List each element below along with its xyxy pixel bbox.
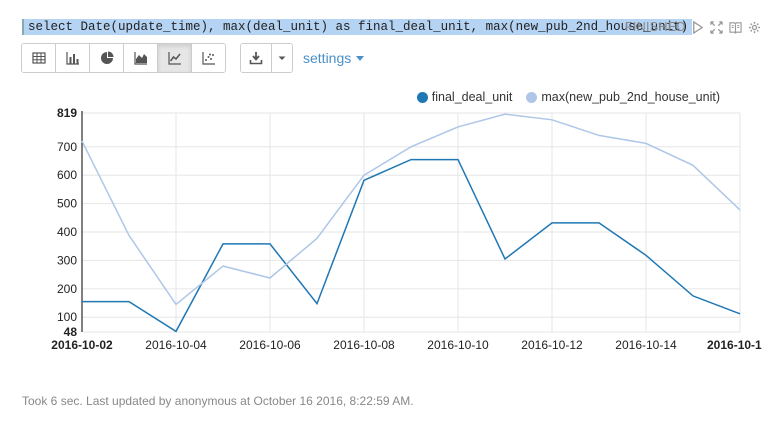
visualization-toolbar: settings	[21, 43, 365, 73]
y-tick-label: 600	[57, 168, 77, 182]
y-tick-label: 200	[57, 282, 77, 296]
query-text[interactable]: select Date(update_time), max(deal_unit)…	[22, 19, 693, 35]
x-tick-label: 2016-10-1	[707, 338, 762, 352]
chart-type-group	[21, 43, 226, 73]
y-tick-label: 819	[57, 106, 77, 120]
status-label: FINISHED	[625, 20, 686, 34]
download-group	[240, 43, 293, 73]
bar-chart-icon	[65, 52, 79, 65]
y-tick-label: 500	[57, 197, 77, 211]
pie-chart-button[interactable]	[90, 44, 124, 72]
area-chart-button[interactable]	[124, 44, 158, 72]
paragraph-controls: FINISHED	[625, 20, 762, 34]
x-tick-label: 2016-10-06	[239, 338, 301, 352]
gear-icon[interactable]	[748, 20, 762, 34]
x-tick-label: 2016-10-08	[333, 338, 395, 352]
y-tick-label: 700	[57, 140, 77, 154]
settings-dropdown[interactable]: settings	[303, 50, 365, 66]
y-tick-label: 48	[64, 325, 78, 339]
download-icon	[249, 52, 263, 65]
line-chart-icon	[167, 52, 181, 65]
bar-chart-button[interactable]	[56, 44, 90, 72]
series-line-1[interactable]	[82, 158, 741, 333]
pie-chart-icon	[100, 51, 113, 64]
settings-label: settings	[303, 50, 352, 66]
download-button[interactable]	[241, 44, 272, 72]
x-tick-label: 2016-10-10	[427, 338, 489, 352]
scatter-chart-icon	[201, 52, 215, 65]
download-dropdown-button[interactable]	[272, 44, 292, 72]
y-tick-label: 400	[57, 225, 77, 239]
table-view-button[interactable]	[22, 44, 56, 72]
line-chart-button[interactable]	[158, 44, 192, 72]
expand-icon[interactable]	[710, 20, 724, 34]
caret-down-icon	[356, 55, 365, 61]
chevron-down-icon	[278, 56, 286, 60]
area-chart-icon	[133, 52, 147, 65]
series-line-2[interactable]	[81, 113, 741, 306]
x-tick-label: 2016-10-02	[51, 338, 113, 352]
x-tick-label: 2016-10-14	[615, 338, 677, 352]
y-tick-label: 100	[57, 310, 77, 324]
y-tick-label: 300	[57, 253, 77, 267]
paragraph-footer: Took 6 sec. Last updated by anonymous at…	[22, 394, 414, 408]
table-icon	[31, 52, 46, 64]
x-tick-label: 2016-10-12	[521, 338, 583, 352]
x-tick-label: 2016-10-04	[145, 338, 207, 352]
line-chart: 48100 200 300 400 500 600 700 819 2016-10-02 2016…	[51, 106, 762, 352]
book-icon[interactable]	[729, 20, 743, 34]
scatter-chart-button[interactable]	[192, 44, 225, 72]
run-icon[interactable]	[691, 20, 705, 34]
notebook-paragraph: select Date(update_time), max(deal_unit)…	[0, 0, 782, 426]
query-editor[interactable]: select Date(update_time), max(deal_unit)…	[22, 18, 693, 36]
